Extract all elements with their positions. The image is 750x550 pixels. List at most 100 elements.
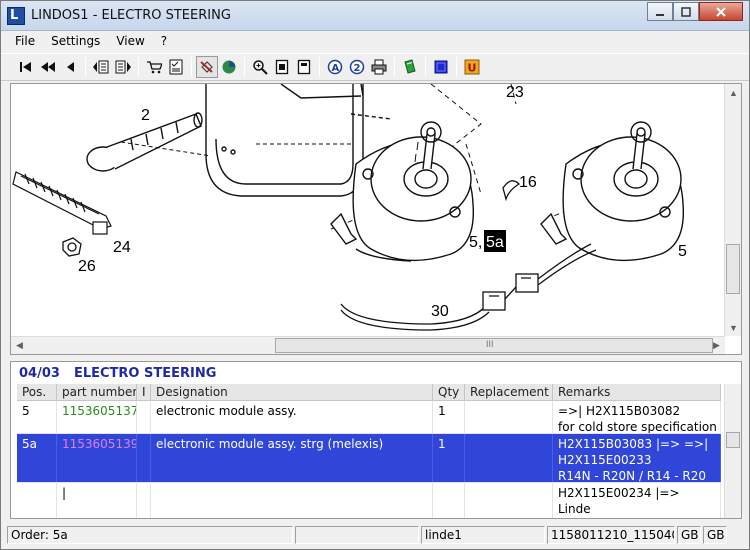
parts-list-panel: 04/03 ELECTRO STEERING Pos. part number I… <box>10 361 742 519</box>
callout-26[interactable]: 26 <box>78 258 96 275</box>
exploded-drawing[interactable]: 2 23 16 5, 5a 5 24 26 30 ▲ ▼ ◀ III ▶ <box>10 83 742 355</box>
remarks-line: Linde <box>558 502 591 516</box>
nut-part <box>62 237 82 257</box>
table-row[interactable]: | H2X115E00234 |=> Linde <box>17 483 721 518</box>
parts-table: Pos. part number I Designation Qty Repla… <box>17 384 721 518</box>
cell-remarks: H2X115E00234 |=> Linde <box>553 483 721 518</box>
window-controls <box>647 2 743 22</box>
status-bar: Order: 5a linde1 1158011210_1150401 GB G… <box>1 523 749 547</box>
title-bar[interactable]: L LINDOS1 - ELECTRO STEERING <box>1 1 749 31</box>
print-icon[interactable] <box>368 56 390 78</box>
toolbar-separator <box>85 57 86 77</box>
maximize-icon[interactable] <box>673 2 699 21</box>
column-header-designation[interactable]: Designation <box>151 384 433 400</box>
section-header: 04/03 ELECTRO STEERING <box>19 366 216 381</box>
book-icon[interactable] <box>399 56 421 78</box>
page-fit-icon[interactable] <box>293 56 315 78</box>
column-header-qty[interactable]: Qty <box>433 384 465 400</box>
menu-view[interactable]: View <box>108 34 152 48</box>
u-icon[interactable]: U <box>461 56 483 78</box>
blue-square-icon[interactable] <box>430 56 452 78</box>
scroll-down-icon[interactable]: ▼ <box>725 319 741 336</box>
svg-text:U: U <box>468 62 477 75</box>
column-header-part-number[interactable]: part number <box>57 384 137 400</box>
cell-remarks: H2X115B03083 |=> =>| H2X115E00233 R14N -… <box>553 434 721 482</box>
cell-part-number[interactable]: | <box>57 483 137 518</box>
menu-file[interactable]: File <box>7 34 43 48</box>
motor-5-part <box>540 121 685 262</box>
menu-help[interactable]: ? <box>153 34 175 48</box>
app-window: L LINDOS1 - ELECTRO STEERING File Settin… <box>0 0 750 550</box>
status-lang-1: GB <box>677 526 701 544</box>
column-header-replacement[interactable]: Replacement <box>465 384 553 400</box>
toolbar-separator <box>456 57 457 77</box>
drawing-horizontal-scrollbar[interactable]: ◀ III ▶ <box>11 336 725 354</box>
cell-pos: 5a <box>17 434 57 482</box>
parts-scroll-thumb[interactable] <box>726 432 740 448</box>
table-row-selected[interactable]: 5a 1153605139 electronic module assy. st… <box>17 434 721 483</box>
minimize-icon[interactable] <box>647 2 673 21</box>
globe-icon[interactable] <box>218 56 240 78</box>
column-header-remarks[interactable]: Remarks <box>553 384 721 400</box>
cell-part-number[interactable]: 1153605139 <box>57 434 137 482</box>
status-order: Order: 5a <box>7 526 293 544</box>
vertical-scroll-thumb[interactable] <box>726 244 740 294</box>
close-icon[interactable] <box>699 2 743 21</box>
remarks-line: R14N - R20N / R14 - R20 <box>558 469 706 482</box>
drawing-canvas: 2 23 16 5, 5a 5 24 26 30 <box>12 84 687 331</box>
toolbar-separator <box>425 57 426 77</box>
remarks-line: H2X115E00233 <box>558 453 652 467</box>
page-icon[interactable] <box>271 56 293 78</box>
prev-document-icon[interactable] <box>90 56 112 78</box>
status-lang-2: GB <box>703 526 727 544</box>
cell-part-number[interactable]: 1153605137 <box>57 401 137 433</box>
callout-23[interactable]: 23 <box>506 84 524 101</box>
callout-5-prefix: 5, <box>469 234 482 251</box>
scroll-right-icon[interactable]: ▶ <box>708 337 725 354</box>
window-title: LINDOS1 - ELECTRO STEERING <box>31 8 231 23</box>
callout-24[interactable]: 24 <box>113 239 131 256</box>
scroll-up-icon[interactable]: ▲ <box>725 84 741 101</box>
callout-16[interactable]: 16 <box>519 174 537 191</box>
cart-icon[interactable] <box>143 56 165 78</box>
cell-qty <box>433 483 465 518</box>
zoom-icon[interactable] <box>249 56 271 78</box>
first-page-icon[interactable] <box>15 56 37 78</box>
status-empty <box>295 526 419 544</box>
scroll-left-icon[interactable]: ◀ <box>11 337 28 354</box>
horizontal-scroll-thumb[interactable]: III <box>275 338 713 353</box>
checklist-icon[interactable] <box>165 56 187 78</box>
two-circle-icon[interactable]: 2 <box>346 56 368 78</box>
parts-scrollbar[interactable] <box>724 384 741 518</box>
lindos-app-icon[interactable]: L <box>7 7 25 25</box>
scroll-grip: III <box>486 339 494 349</box>
remarks-line: H2X115B03083 |=> =>| <box>558 437 709 451</box>
drawing-vertical-scrollbar[interactable]: ▲ ▼ <box>724 84 741 336</box>
remarks-line: for cold store specification <box>558 420 717 433</box>
toolbar: A 2 U <box>1 53 749 81</box>
filter-icon[interactable] <box>196 56 218 78</box>
previous-icon[interactable] <box>59 56 81 78</box>
menu-settings[interactable]: Settings <box>43 34 108 48</box>
cell-qty: 1 <box>433 434 465 482</box>
cell-pos: 5 <box>17 401 57 433</box>
next-document-icon[interactable] <box>112 56 134 78</box>
a-circle-icon[interactable]: A <box>324 56 346 78</box>
cell-designation: electronic module assy. strg (melexis) <box>151 434 433 482</box>
table-row[interactable]: 5 1153605137 electronic module assy. 1 =… <box>17 401 721 434</box>
callout-30[interactable]: 30 <box>431 303 449 320</box>
cable-tie-part <box>12 171 112 235</box>
section-code: 04/03 <box>19 366 60 381</box>
section-title: ELECTRO STEERING <box>73 366 217 381</box>
column-header-i[interactable]: I <box>137 384 151 400</box>
svg-text:2: 2 <box>354 63 361 74</box>
cell-i <box>137 434 151 482</box>
callout-5a[interactable]: 5a <box>486 234 504 251</box>
callout-5[interactable]: 5 <box>678 243 687 260</box>
callout-2[interactable]: 2 <box>141 107 150 124</box>
remarks-line: H2X115E00234 |=> <box>558 486 680 500</box>
previous-group-icon[interactable] <box>37 56 59 78</box>
cell-i <box>137 401 151 433</box>
menu-bar: File Settings View ? <box>1 31 749 51</box>
column-header-pos[interactable]: Pos. <box>17 384 57 400</box>
